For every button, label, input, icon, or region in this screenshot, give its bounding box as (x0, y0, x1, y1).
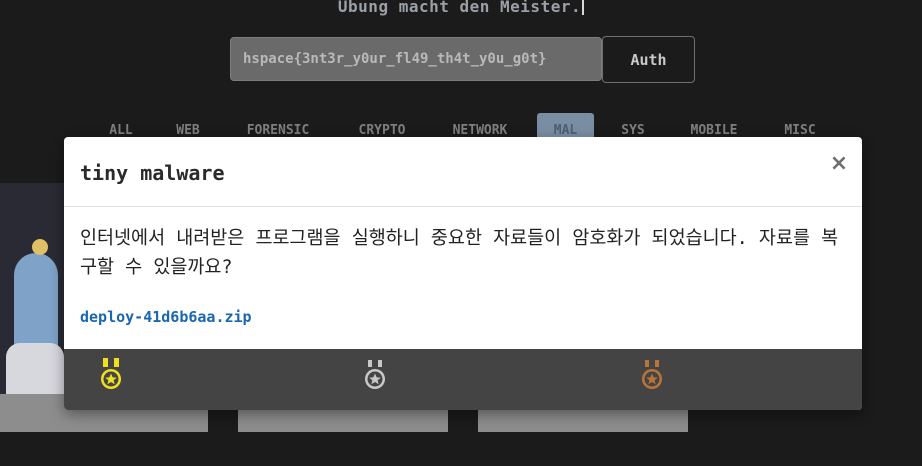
silver-medal-icon (365, 360, 385, 389)
bronze-medal-icon (642, 360, 662, 389)
auth-button[interactable]: Auth (602, 36, 695, 83)
challenge-modal: tiny malware × 인터넷에서 내려받은 프로그램을 실행하니 중요한… (64, 137, 862, 410)
close-icon[interactable]: × (826, 151, 852, 177)
download-link[interactable]: deploy-41d6b6aa.zip (80, 308, 252, 326)
challenge-card-image (0, 183, 64, 395)
challenge-description: 인터넷에서 내려받은 프로그램을 실행하니 중요한 자료들이 암호화가 되었습니… (80, 228, 839, 278)
modal-title: tiny malware (80, 161, 225, 185)
modal-footer (64, 349, 862, 410)
motto-label: Übung macht den Meister. (337, 0, 582, 16)
gold-medal-icon (101, 358, 121, 389)
motto-text: Übung macht den Meister. (0, 0, 922, 18)
challenge-card[interactable] (478, 410, 688, 432)
challenge-card[interactable] (238, 410, 448, 432)
flag-input[interactable] (230, 37, 602, 81)
modal-header: tiny malware × (64, 137, 862, 207)
text-cursor (582, 0, 585, 15)
